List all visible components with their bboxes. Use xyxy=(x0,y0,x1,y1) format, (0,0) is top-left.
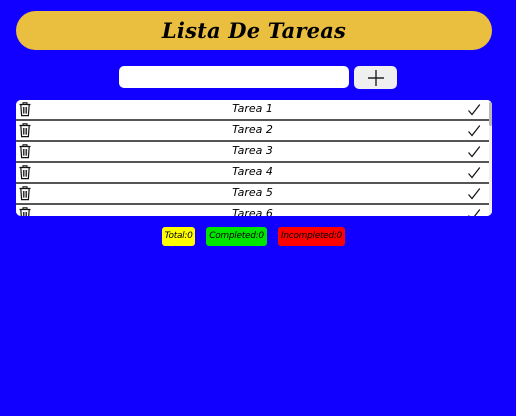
plus-icon xyxy=(367,69,384,86)
task-stats: Total:0 Completed:0 Incompleted:0 xyxy=(0,227,516,246)
checkmark-icon[interactable] xyxy=(467,102,481,116)
completed-badge: Completed:0 xyxy=(206,227,267,246)
task-list[interactable]: Tarea 1 Tarea 2 Tarea 3 Tarea 4 Tarea 5 Tarea… xyxy=(16,100,489,216)
task-label: Tarea 4 xyxy=(232,165,273,178)
task-row: Tarea 6 xyxy=(16,205,489,216)
task-row: Tarea 4 xyxy=(16,163,489,184)
incompleted-badge: Incompleted:0 xyxy=(278,227,345,246)
add-task-button[interactable] xyxy=(354,66,397,89)
task-input[interactable] xyxy=(119,66,349,88)
checkmark-icon[interactable] xyxy=(467,186,481,200)
task-label: Tarea 2 xyxy=(232,123,273,136)
total-badge: Total:0 xyxy=(162,227,195,246)
checkmark-icon[interactable] xyxy=(467,207,481,216)
page-title: Lista De Tareas xyxy=(161,18,347,43)
scrollbar-thumb[interactable] xyxy=(489,102,492,126)
checkmark-icon[interactable] xyxy=(467,123,481,137)
task-row: Tarea 2 xyxy=(16,121,489,142)
task-list-scrollbar[interactable] xyxy=(489,100,492,216)
task-list-panel: Tarea 1 Tarea 2 Tarea 3 Tarea 4 Tarea 5 Tarea… xyxy=(16,100,492,216)
checkmark-icon[interactable] xyxy=(467,144,481,158)
task-label: Tarea 6 xyxy=(232,207,273,216)
task-label: Tarea 5 xyxy=(232,186,273,199)
task-label: Tarea 1 xyxy=(232,102,273,115)
task-row: Tarea 3 xyxy=(16,142,489,163)
checkmark-icon[interactable] xyxy=(467,165,481,179)
task-label: Tarea 3 xyxy=(232,144,273,157)
app-header: Lista De Tareas xyxy=(16,11,492,50)
task-row: Tarea 5 xyxy=(16,184,489,205)
new-task-form xyxy=(119,66,399,90)
task-row: Tarea 1 xyxy=(16,100,489,121)
